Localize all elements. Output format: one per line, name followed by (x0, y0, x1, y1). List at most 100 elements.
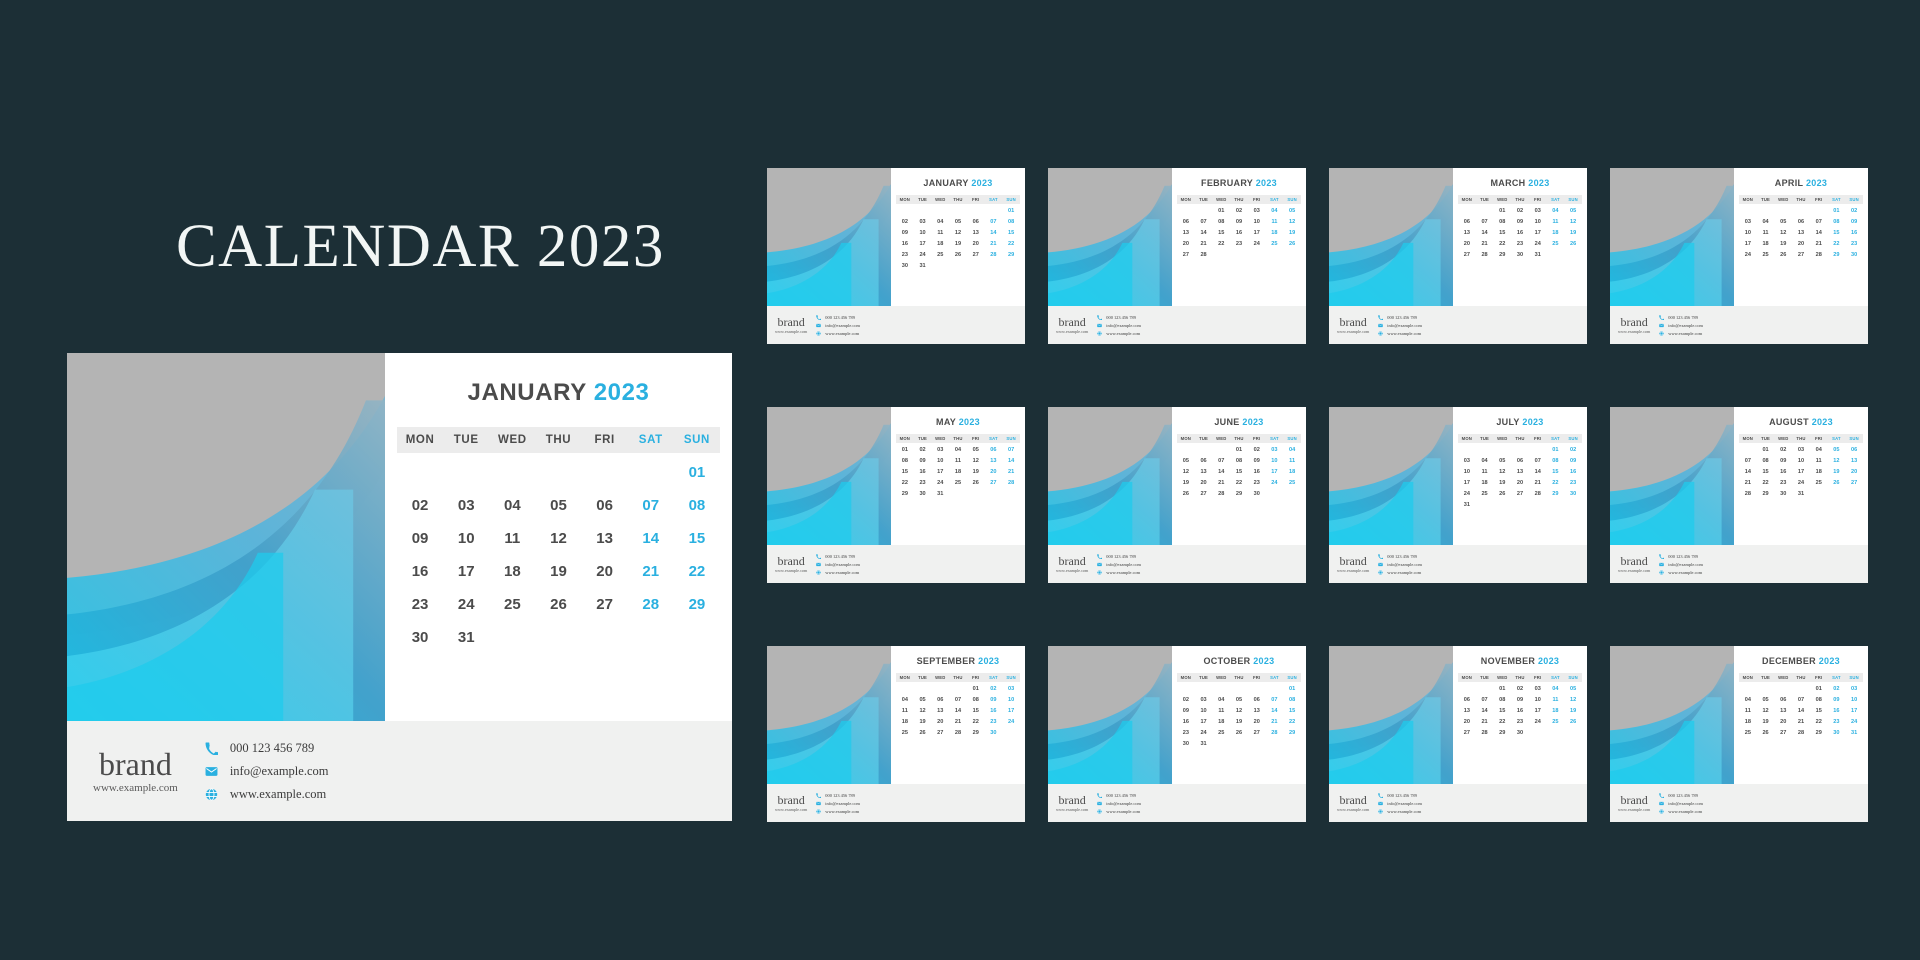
day-cell[interactable]: 15 (1493, 706, 1511, 716)
day-cell[interactable]: 06 (1792, 217, 1810, 227)
day-cell[interactable]: 06 (985, 445, 1003, 455)
day-cell[interactable]: 18 (1739, 717, 1757, 727)
day-cell[interactable]: 23 (1828, 717, 1846, 727)
day-cell[interactable]: 07 (1529, 456, 1547, 466)
day-cell[interactable]: 21 (1529, 478, 1547, 488)
day-cell[interactable]: 26 (535, 591, 581, 618)
day-cell[interactable]: 21 (1212, 478, 1230, 488)
day-cell[interactable]: 04 (1547, 206, 1565, 216)
day-cell[interactable]: 04 (1476, 456, 1494, 466)
day-cell[interactable]: 29 (1230, 489, 1248, 499)
day-cell[interactable]: 29 (674, 591, 720, 618)
day-cell[interactable]: 05 (1283, 206, 1301, 216)
day-cell[interactable]: 07 (1476, 695, 1494, 705)
thumbnail-card-july[interactable]: JULY 2023 MON TUE WED THU FRI SAT SUN 01 02 03 04… (1329, 407, 1587, 583)
day-cell[interactable]: 24 (1248, 239, 1266, 249)
day-cell[interactable]: 17 (443, 558, 489, 585)
day-cell[interactable]: 05 (967, 445, 985, 455)
day-cell[interactable]: 17 (914, 239, 932, 249)
day-cell[interactable]: 17 (1195, 717, 1213, 727)
day-cell[interactable]: 15 (1810, 706, 1828, 716)
day-cell[interactable]: 21 (1266, 717, 1284, 727)
day-cell[interactable]: 19 (1757, 717, 1775, 727)
day-cell[interactable]: 27 (1458, 728, 1476, 738)
day-cell[interactable]: 19 (914, 717, 932, 727)
day-cell[interactable]: 11 (1283, 456, 1301, 466)
thumbnail-card-march[interactable]: MARCH 2023 MON TUE WED THU FRI SAT SUN 01 02 03 0… (1329, 168, 1587, 344)
day-cell[interactable]: 21 (1195, 239, 1213, 249)
day-cell[interactable]: 05 (949, 217, 967, 227)
day-cell[interactable]: 23 (914, 478, 932, 488)
day-cell[interactable]: 10 (914, 228, 932, 238)
day-cell[interactable]: 08 (1547, 456, 1565, 466)
day-cell[interactable]: 19 (1774, 239, 1792, 249)
day-cell[interactable]: 27 (1792, 250, 1810, 260)
day-cell[interactable]: 24 (1792, 478, 1810, 488)
day-cell[interactable]: 10 (1266, 456, 1284, 466)
day-cell[interactable]: 15 (1493, 228, 1511, 238)
day-cell[interactable]: 21 (1810, 239, 1828, 249)
day-cell[interactable]: 20 (1458, 239, 1476, 249)
day-cell[interactable]: 09 (1774, 456, 1792, 466)
day-cell[interactable]: 04 (1810, 445, 1828, 455)
day-cell[interactable]: 01 (1212, 206, 1230, 216)
day-cell[interactable]: 05 (1564, 684, 1582, 694)
day-cell[interactable]: 16 (896, 239, 914, 249)
day-cell[interactable]: 02 (1230, 206, 1248, 216)
day-cell[interactable]: 14 (1266, 706, 1284, 716)
day-cell[interactable]: 26 (1564, 717, 1582, 727)
day-cell[interactable]: 05 (1230, 695, 1248, 705)
day-cell[interactable]: 04 (1266, 206, 1284, 216)
day-cell[interactable]: 14 (1476, 706, 1494, 716)
day-cell[interactable]: 10 (1845, 695, 1863, 705)
day-cell[interactable]: 21 (985, 239, 1003, 249)
day-cell[interactable]: 02 (1828, 684, 1846, 694)
day-cell[interactable]: 22 (1828, 239, 1846, 249)
day-cell[interactable]: 01 (967, 684, 985, 694)
day-cell[interactable]: 13 (1792, 228, 1810, 238)
day-cell[interactable]: 10 (1195, 706, 1213, 716)
day-cell[interactable]: 17 (1529, 706, 1547, 716)
day-cell[interactable]: 07 (1266, 695, 1284, 705)
day-cell[interactable]: 13 (1248, 706, 1266, 716)
day-cell[interactable]: 28 (1739, 489, 1757, 499)
day-cell[interactable]: 26 (1177, 489, 1195, 499)
day-cell[interactable]: 19 (1283, 228, 1301, 238)
day-cell[interactable]: 28 (1792, 728, 1810, 738)
thumbnail-card-december[interactable]: DECEMBER 2023 MON TUE WED THU FRI SAT SUN 01 02… (1610, 646, 1868, 822)
day-cell[interactable]: 20 (1511, 478, 1529, 488)
day-cell[interactable]: 04 (949, 445, 967, 455)
day-cell[interactable]: 19 (1564, 706, 1582, 716)
day-cell[interactable]: 22 (1493, 239, 1511, 249)
day-cell[interactable]: 18 (1757, 239, 1775, 249)
day-cell[interactable]: 03 (1248, 206, 1266, 216)
day-cell[interactable]: 24 (1002, 717, 1020, 727)
day-cell[interactable]: 23 (1511, 239, 1529, 249)
day-cell[interactable]: 01 (1283, 684, 1301, 694)
day-cell[interactable]: 21 (628, 558, 674, 585)
day-cell[interactable]: 23 (1845, 239, 1863, 249)
day-cell[interactable]: 09 (914, 456, 932, 466)
day-cell[interactable]: 25 (1212, 728, 1230, 738)
day-cell[interactable]: 04 (896, 695, 914, 705)
day-cell[interactable]: 09 (1230, 217, 1248, 227)
day-cell[interactable]: 14 (1792, 706, 1810, 716)
day-cell[interactable]: 28 (1810, 250, 1828, 260)
day-cell[interactable]: 01 (674, 459, 720, 486)
day-cell[interactable]: 16 (1248, 467, 1266, 477)
day-cell[interactable]: 26 (1230, 728, 1248, 738)
day-cell[interactable]: 15 (1212, 228, 1230, 238)
day-cell[interactable]: 22 (1283, 717, 1301, 727)
thumbnail-card-september[interactable]: SEPTEMBER 2023 MON TUE WED THU FRI SAT SUN 01 0… (767, 646, 1025, 822)
day-cell[interactable]: 12 (1757, 706, 1775, 716)
day-cell[interactable]: 19 (1493, 478, 1511, 488)
day-cell[interactable]: 23 (1774, 478, 1792, 488)
day-cell[interactable]: 04 (1283, 445, 1301, 455)
day-cell[interactable]: 15 (1828, 228, 1846, 238)
day-cell[interactable]: 17 (1266, 467, 1284, 477)
day-cell[interactable]: 28 (1529, 489, 1547, 499)
day-cell[interactable]: 09 (1177, 706, 1195, 716)
day-cell[interactable]: 31 (914, 261, 932, 271)
day-cell[interactable]: 11 (896, 706, 914, 716)
day-cell[interactable]: 24 (1195, 728, 1213, 738)
